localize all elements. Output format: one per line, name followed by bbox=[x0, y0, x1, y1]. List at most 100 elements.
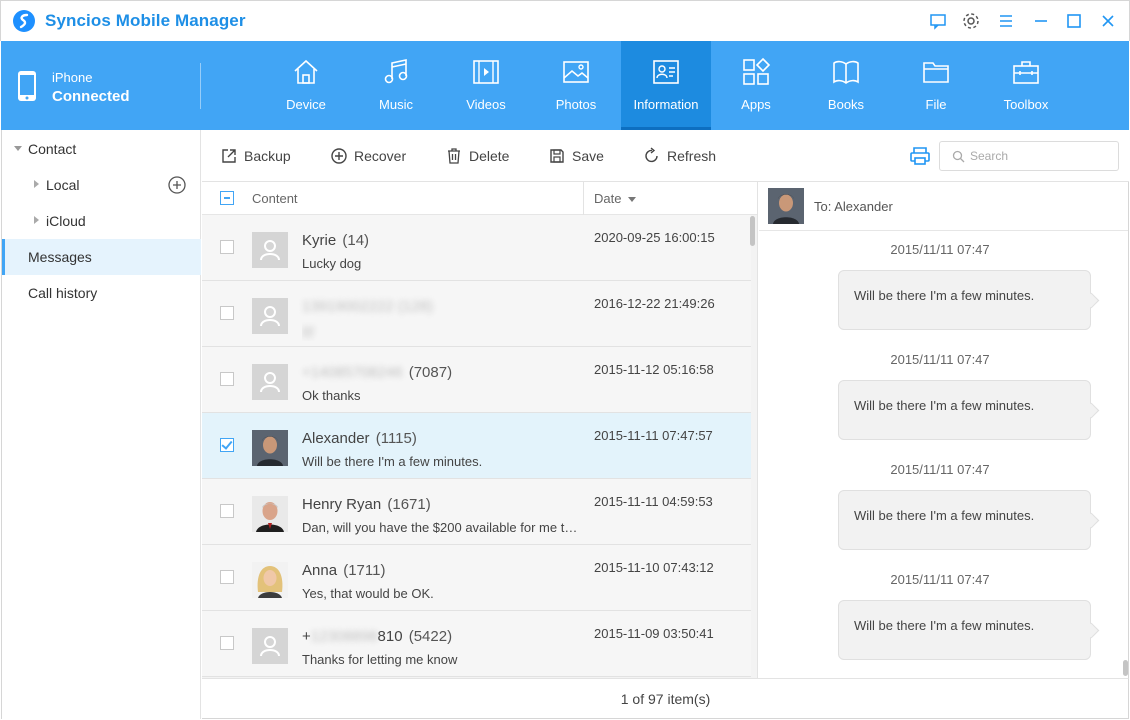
nav-apps[interactable]: Apps bbox=[711, 41, 801, 130]
message-date: 2015-11-12 05:16:58 bbox=[594, 362, 714, 377]
message-preview: 好 bbox=[302, 325, 316, 340]
backup-button[interactable]: Backup bbox=[220, 146, 300, 168]
message-preview: Thanks for letting me know bbox=[302, 652, 458, 667]
conversation-pane: To: Alexander 2015/11/11 07:47 Will be t… bbox=[759, 182, 1129, 678]
message-text: Will be there I'm a few minutes. bbox=[854, 618, 1035, 633]
sidebar-item-local[interactable]: Local bbox=[2, 167, 201, 203]
sidebar-item-label: Messages bbox=[28, 249, 92, 265]
refresh-button[interactable]: Refresh bbox=[643, 146, 723, 168]
app-title: Syncios Mobile Manager bbox=[45, 11, 246, 30]
avatar-placeholder bbox=[252, 364, 288, 400]
device-status-panel[interactable]: iPhone Connected bbox=[1, 41, 201, 130]
message-date: 2015-11-09 03:50:41 bbox=[594, 626, 714, 641]
nav-label: Music bbox=[379, 97, 413, 112]
message-timestamp: 2015/11/11 07:47 bbox=[890, 352, 990, 367]
sidebar-item-icloud[interactable]: iCloud bbox=[2, 203, 201, 239]
menu-icon[interactable] bbox=[996, 11, 1016, 31]
message-bubble: Will be there I'm a few minutes. bbox=[838, 490, 1091, 550]
sidebar-item-messages[interactable]: Messages bbox=[2, 239, 201, 275]
list-item[interactable]: +12308898810 (5422) Thanks for letting m… bbox=[202, 611, 751, 677]
column-header-content[interactable]: Content bbox=[252, 191, 298, 206]
delete-label: Delete bbox=[469, 148, 510, 164]
conversation-scrollbar-thumb[interactable] bbox=[1123, 660, 1128, 676]
nav-label: Information bbox=[633, 97, 699, 112]
row-checkbox[interactable] bbox=[220, 372, 234, 386]
caret-right-icon[interactable] bbox=[34, 180, 39, 188]
sidebar-item-label: Call history bbox=[28, 285, 98, 301]
contact-name: Kyrie (14) bbox=[302, 232, 370, 249]
save-button[interactable]: Save bbox=[548, 146, 608, 168]
message-bubble: Will be there I'm a few minutes. bbox=[838, 380, 1091, 440]
print-icon[interactable] bbox=[909, 146, 931, 166]
add-contact-icon[interactable] bbox=[168, 176, 186, 194]
close-icon[interactable] bbox=[1098, 11, 1118, 31]
row-checkbox[interactable] bbox=[220, 504, 234, 518]
sidebar-item-label: Contact bbox=[28, 141, 77, 157]
sidebar-item-label: Local bbox=[46, 177, 80, 193]
feedback-icon[interactable] bbox=[928, 11, 948, 31]
list-item-selected[interactable]: Alexander (1115) Will be there I'm a few… bbox=[202, 413, 751, 479]
list-scrollbar-thumb[interactable] bbox=[750, 216, 755, 246]
refresh-label: Refresh bbox=[667, 148, 717, 164]
search-input[interactable] bbox=[970, 146, 1110, 166]
sort-descending-icon[interactable] bbox=[628, 197, 636, 202]
message-timestamp: 2015/11/11 07:47 bbox=[890, 572, 990, 587]
row-checkbox[interactable] bbox=[220, 240, 234, 254]
column-header-date[interactable]: Date bbox=[594, 191, 621, 206]
phone-icon bbox=[18, 71, 36, 101]
home-icon bbox=[294, 59, 318, 84]
list-item[interactable]: Henry Ryan (1671) Dan, will you have the… bbox=[202, 479, 751, 545]
nav-device[interactable]: Device bbox=[261, 41, 351, 130]
list-item[interactable]: Kyrie (14) Lucky dog 2020-09-25 16:00:15 bbox=[202, 215, 751, 281]
row-checkbox[interactable] bbox=[220, 636, 234, 650]
list-header: Content Date bbox=[202, 182, 757, 215]
list-scrollbar-track[interactable] bbox=[751, 216, 757, 678]
backup-label: Backup bbox=[244, 148, 291, 164]
sidebar-item-contact[interactable]: Contact bbox=[2, 131, 201, 167]
list-item[interactable]: +14085708246 (7087) Ok thanks 2015-11-12… bbox=[202, 347, 751, 413]
message-preview: Will be there I'm a few minutes. bbox=[302, 454, 483, 469]
toolbar: Backup Recover Delete Save Refresh bbox=[202, 130, 1129, 182]
caret-right-icon[interactable] bbox=[34, 216, 39, 224]
row-checkbox[interactable] bbox=[220, 438, 234, 452]
sidebar-item-call-history[interactable]: Call history bbox=[2, 275, 201, 311]
recover-label: Recover bbox=[354, 148, 407, 164]
row-checkbox[interactable] bbox=[220, 306, 234, 320]
contact-name: +12308898810 (5422) bbox=[302, 628, 453, 645]
nav-file[interactable]: File bbox=[891, 41, 981, 130]
apps-icon bbox=[743, 57, 771, 85]
nav-toolbox[interactable]: Toolbox bbox=[981, 41, 1071, 130]
minimize-icon[interactable] bbox=[1031, 11, 1051, 31]
message-text: Will be there I'm a few minutes. bbox=[854, 508, 1035, 523]
select-all-checkbox[interactable] bbox=[220, 191, 234, 205]
search-field[interactable] bbox=[939, 141, 1119, 171]
delete-button[interactable]: Delete bbox=[445, 146, 515, 168]
maximize-icon[interactable] bbox=[1064, 11, 1084, 31]
list-item[interactable]: Anna (1711) Yes, that would be OK. 2015-… bbox=[202, 545, 751, 611]
column-divider bbox=[583, 182, 584, 215]
settings-gear-icon[interactable] bbox=[961, 11, 981, 31]
nav-information[interactable]: Information bbox=[621, 41, 711, 130]
avatar-placeholder bbox=[252, 232, 288, 268]
message-bubble: Will be there I'm a few minutes. bbox=[838, 270, 1091, 330]
nav-videos[interactable]: Videos bbox=[441, 41, 531, 130]
avatar-placeholder bbox=[252, 298, 288, 334]
contact-name: Henry Ryan (1671) bbox=[302, 496, 431, 513]
message-text: Will be there I'm a few minutes. bbox=[854, 398, 1035, 413]
folder-icon bbox=[923, 62, 949, 83]
nav-music[interactable]: Music bbox=[351, 41, 441, 130]
recover-button[interactable]: Recover bbox=[330, 146, 415, 168]
contact-name: 13919002222 (128) bbox=[302, 298, 433, 315]
row-checkbox[interactable] bbox=[220, 570, 234, 584]
contact-name: Anna (1711) bbox=[302, 562, 386, 579]
nav-books[interactable]: Books bbox=[801, 41, 891, 130]
message-text: Will be there I'm a few minutes. bbox=[854, 288, 1035, 303]
photo-icon bbox=[563, 61, 589, 83]
nav-photos[interactable]: Photos bbox=[531, 41, 621, 130]
message-preview: Dan, will you have the $200 available fo… bbox=[302, 520, 584, 535]
list-item[interactable]: 13919002222 (128) 好 2016-12-22 21:49:26 bbox=[202, 281, 751, 347]
app-logo-icon bbox=[13, 10, 35, 32]
avatar bbox=[768, 188, 804, 224]
nav-divider bbox=[200, 63, 201, 109]
caret-down-icon[interactable] bbox=[14, 146, 22, 151]
